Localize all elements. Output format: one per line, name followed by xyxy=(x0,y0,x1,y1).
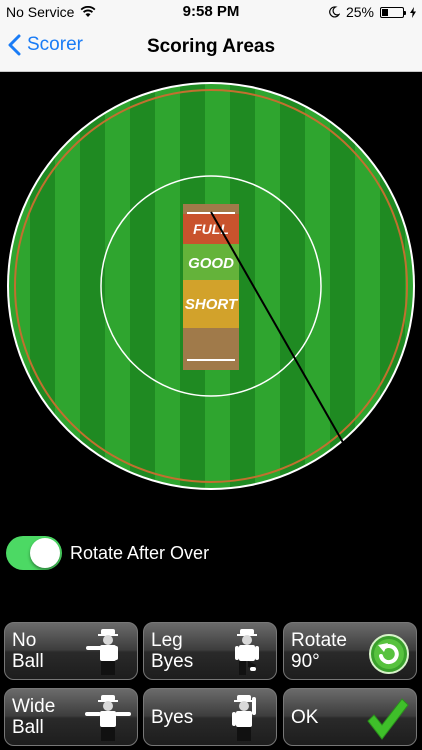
moon-icon xyxy=(329,6,340,18)
rotate-90-button[interactable]: Rotate 90° xyxy=(283,622,417,680)
page-title: Scoring Areas xyxy=(146,36,276,57)
wide-ball-button[interactable]: Wide Ball xyxy=(4,688,138,746)
status-right: 25% xyxy=(328,4,416,20)
ok-button[interactable]: OK xyxy=(283,688,417,746)
battery-icon xyxy=(380,6,406,18)
cricket-field[interactable]: FULL GOOD SHORT xyxy=(5,80,417,492)
battery-percent: 25% xyxy=(345,4,374,20)
no-ball-button[interactable]: No Ball xyxy=(4,622,138,680)
umpire-icon xyxy=(232,695,256,741)
rotate-90-label: Rotate 90° xyxy=(291,630,347,672)
rotate-icon xyxy=(369,634,409,674)
rotate-after-over-row: Rotate After Over xyxy=(6,535,209,571)
ok-label: OK xyxy=(291,707,319,728)
leg-byes-label: Leg Byes xyxy=(151,630,194,672)
charging-icon xyxy=(410,6,416,18)
rotate-after-over-toggle[interactable] xyxy=(6,536,62,570)
umpire-icon xyxy=(85,695,131,741)
pitch[interactable]: FULL GOOD SHORT xyxy=(183,204,239,370)
rotate-after-over-label: Rotate After Over xyxy=(70,542,210,563)
navigation-bar: Scorer Scoring Areas xyxy=(0,24,422,72)
short-label: SHORT xyxy=(185,296,239,313)
umpire-icon xyxy=(86,629,118,675)
umpire-icon xyxy=(235,629,259,675)
wide-ball-label: Wide Ball xyxy=(12,696,56,738)
field-diagram[interactable]: FULL GOOD SHORT xyxy=(5,80,417,492)
no-ball-label: No Ball xyxy=(12,630,44,672)
byes-label: Byes xyxy=(151,707,194,728)
checkmark-icon xyxy=(367,698,409,740)
byes-button[interactable]: Byes xyxy=(143,688,277,746)
good-label: GOOD xyxy=(188,255,234,272)
status-bar: No Service 9:58 PM 25% xyxy=(0,0,422,24)
leg-byes-button[interactable]: Leg Byes xyxy=(143,622,277,680)
